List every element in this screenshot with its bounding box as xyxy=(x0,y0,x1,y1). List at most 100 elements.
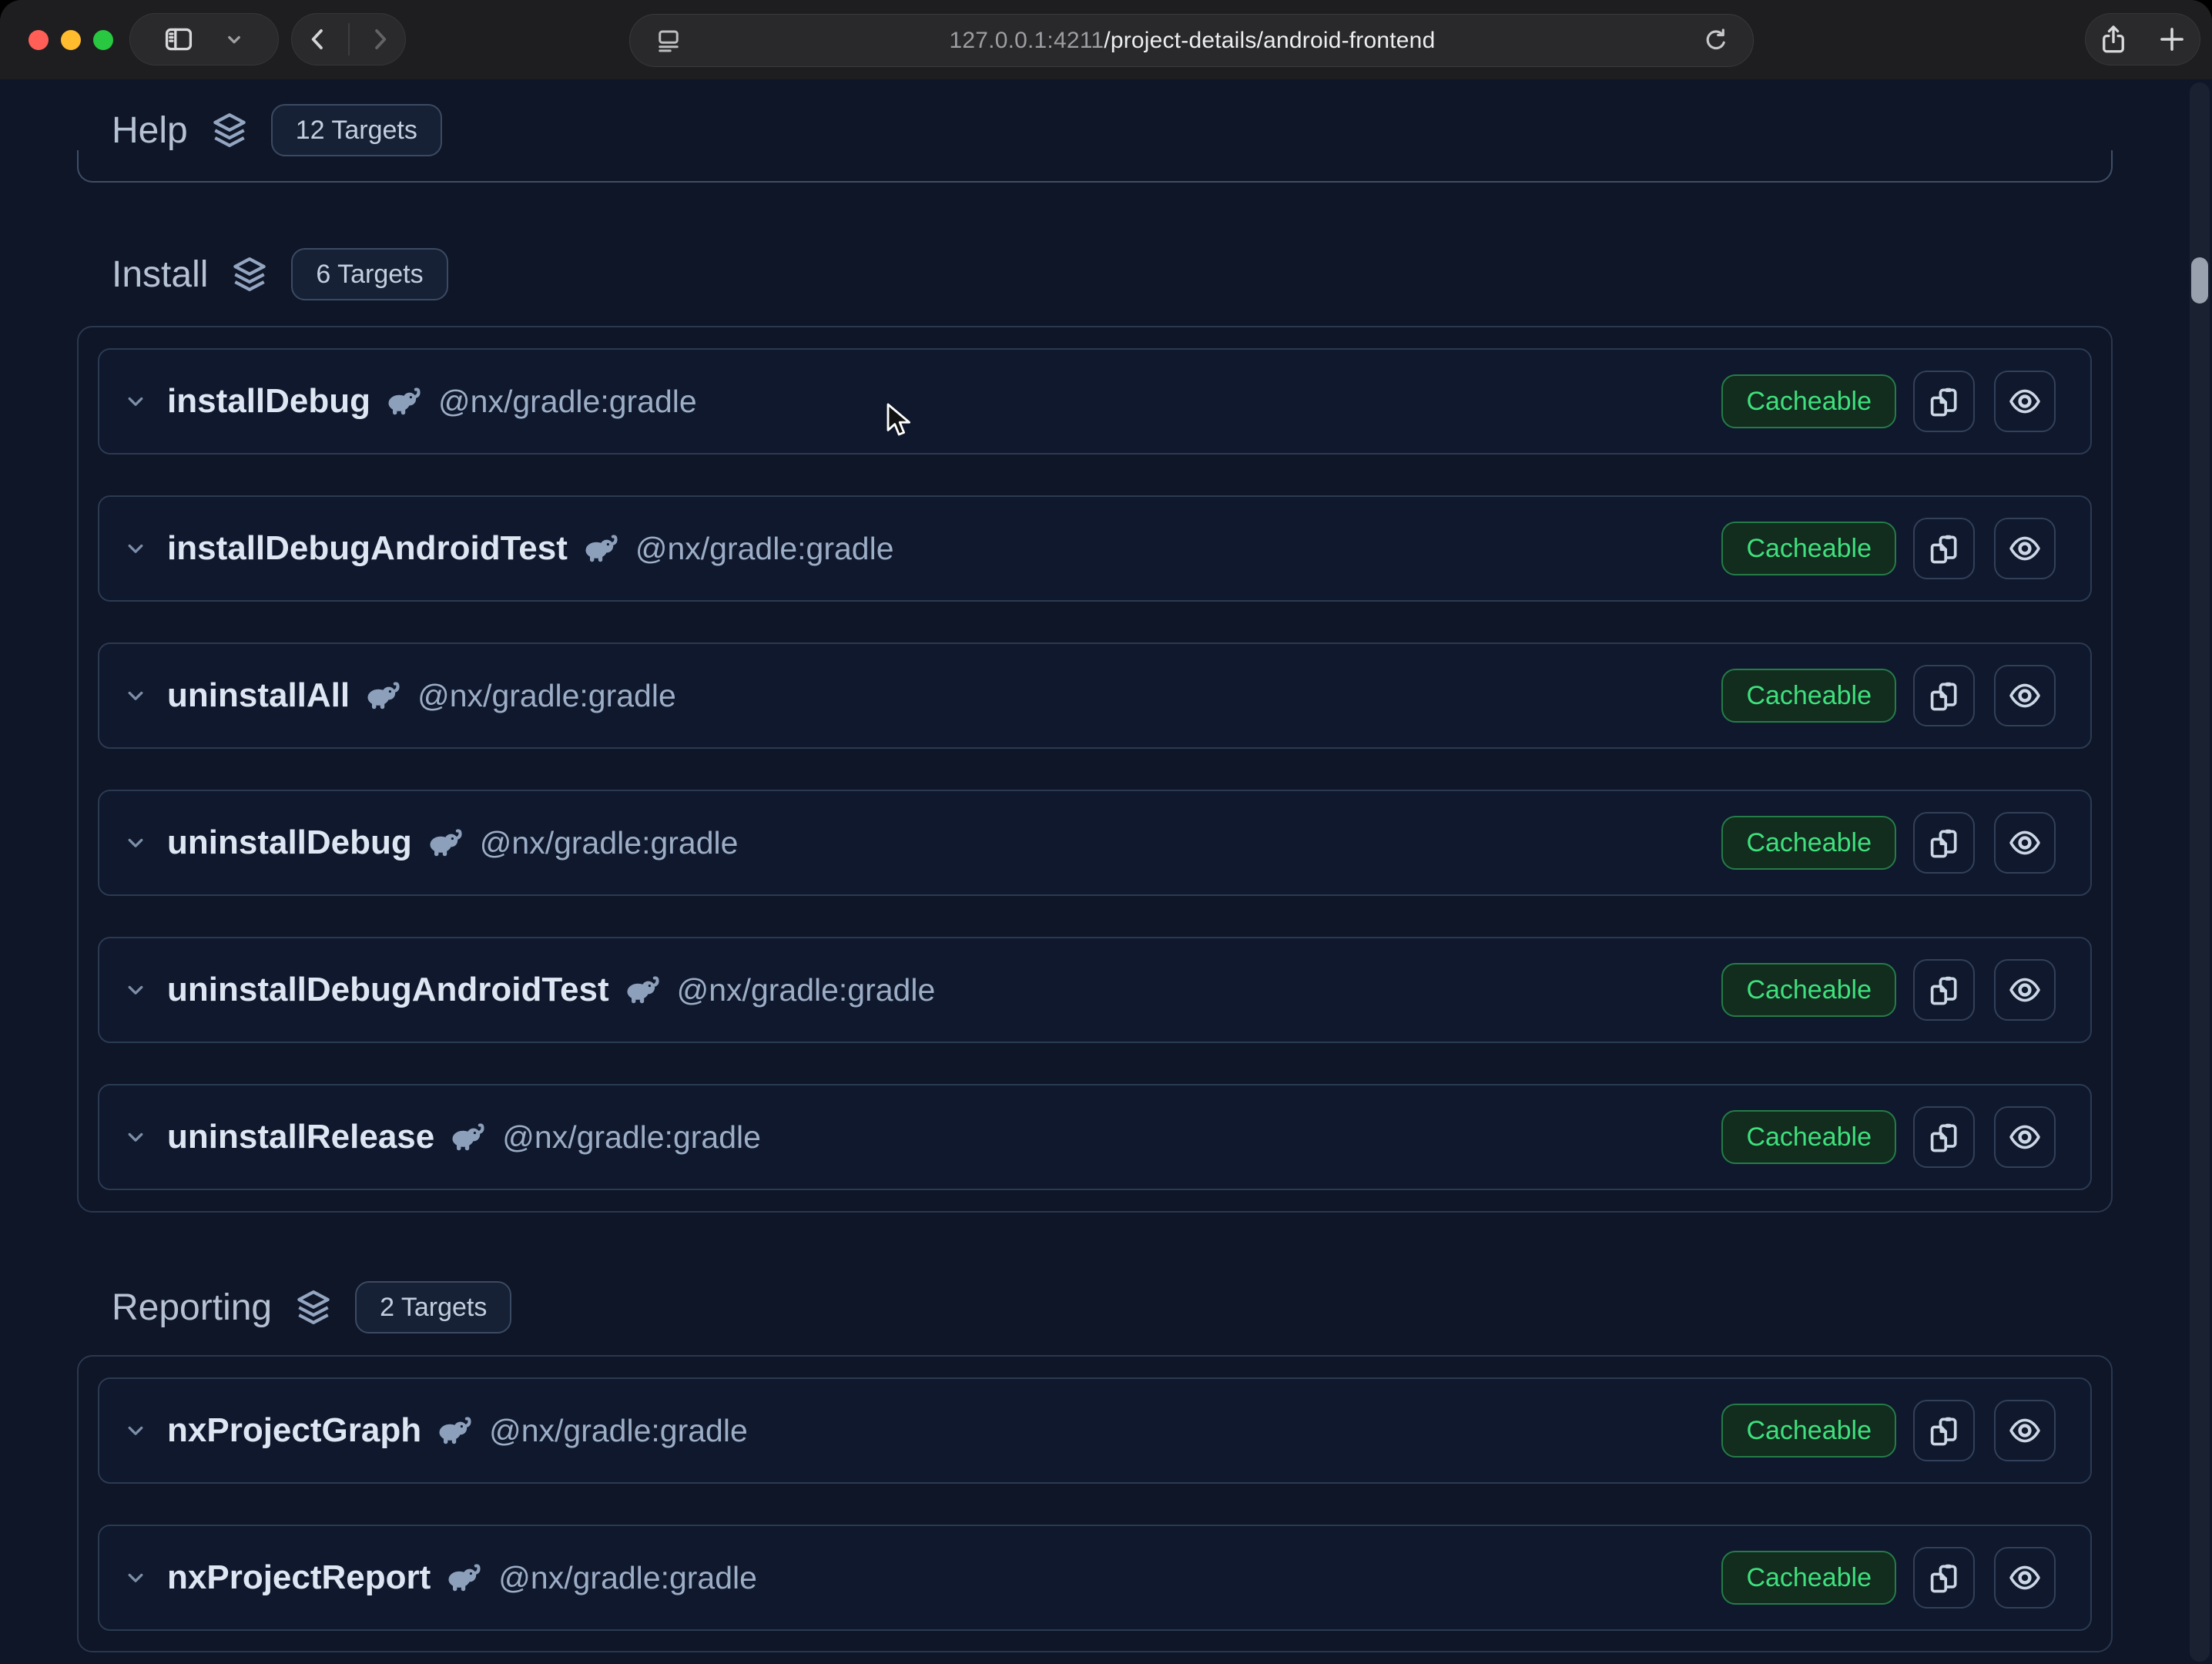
address-bar[interactable]: 127.0.0.1:4211/project-details/android-f… xyxy=(629,14,1754,67)
chevron-down-icon[interactable] xyxy=(122,535,149,562)
minimize-button[interactable] xyxy=(61,30,81,50)
cacheable-badge: Cacheable xyxy=(1721,522,1896,575)
view-target-button[interactable] xyxy=(1994,1547,2056,1609)
sections-root: Help 12 Targets Install 6 Targets xyxy=(0,102,2212,1652)
back-button[interactable] xyxy=(303,25,333,54)
targets-count-badge: 6 Targets xyxy=(291,248,447,300)
section-title: Help xyxy=(112,109,188,152)
section-title: Install xyxy=(112,253,208,296)
mouse-cursor xyxy=(886,402,912,443)
scrollbar-track[interactable] xyxy=(2190,82,2210,1662)
copy-target-button[interactable] xyxy=(1913,1400,1975,1461)
chevron-down-icon[interactable] xyxy=(122,1124,149,1150)
cacheable-badge: Cacheable xyxy=(1721,669,1896,723)
target-executor: @nx/gradle:gradle xyxy=(417,678,676,714)
zoom-button[interactable] xyxy=(93,30,113,50)
target-executor: @nx/gradle:gradle xyxy=(498,1560,757,1596)
chevron-down-icon[interactable] xyxy=(122,1565,149,1591)
target-row-uninstallAll[interactable]: uninstallAll @nx/gradle:gradle Cacheable xyxy=(98,642,2092,749)
reload-button[interactable] xyxy=(1702,27,1730,55)
target-row-uninstallDebugAndroidTest[interactable]: uninstallDebugAndroidTest @nx/gradle:gra… xyxy=(98,937,2092,1043)
target-executor: @nx/gradle:gradle xyxy=(502,1119,761,1156)
copy-target-button[interactable] xyxy=(1913,518,1975,579)
view-target-button[interactable] xyxy=(1994,812,2056,874)
chevron-down-icon[interactable] xyxy=(122,683,149,709)
scrollbar-thumb[interactable] xyxy=(2191,257,2208,304)
url-path: /project-details/android-frontend xyxy=(1104,28,1435,53)
copy-target-button[interactable] xyxy=(1913,1547,1975,1609)
view-target-button[interactable] xyxy=(1994,1400,2056,1461)
target-executor: @nx/gradle:gradle xyxy=(480,825,739,861)
view-target-button[interactable] xyxy=(1994,518,2056,579)
forward-button[interactable] xyxy=(365,25,394,54)
section-header-install: Install 6 Targets xyxy=(112,247,2212,302)
target-name: nxProjectReport xyxy=(167,1558,431,1597)
sidebar-icon xyxy=(163,23,195,55)
section-box-install: installDebug @nx/gradle:gradle Cacheable xyxy=(77,326,2113,1213)
copy-target-button[interactable] xyxy=(1913,1106,1975,1168)
chevron-down-icon[interactable] xyxy=(122,977,149,1003)
target-executor: @nx/gradle:gradle xyxy=(438,384,697,420)
chevron-down-icon[interactable] xyxy=(122,1417,149,1444)
sidebar-toggle-button[interactable] xyxy=(129,13,279,65)
view-target-button[interactable] xyxy=(1994,1106,2056,1168)
targets-count-badge: 2 Targets xyxy=(355,1281,511,1334)
section-header-reporting: Reporting 2 Targets xyxy=(112,1280,2212,1335)
layers-icon xyxy=(228,253,271,296)
chevron-down-icon xyxy=(223,28,246,51)
nav-divider xyxy=(348,23,350,55)
view-target-button[interactable] xyxy=(1994,665,2056,726)
target-name: nxProjectGraph xyxy=(167,1411,421,1450)
target-executor: @nx/gradle:gradle xyxy=(635,531,894,567)
cacheable-badge: Cacheable xyxy=(1721,1551,1896,1605)
gradle-elephant-icon xyxy=(446,1562,483,1593)
section-title: Reporting xyxy=(112,1287,272,1329)
gradle-elephant-icon xyxy=(625,975,662,1005)
target-row-uninstallDebug[interactable]: uninstallDebug @nx/gradle:gradle Cacheab… xyxy=(98,790,2092,896)
target-executor: @nx/gradle:gradle xyxy=(677,972,936,1008)
nav-buttons xyxy=(291,13,406,65)
target-row-nxProjectGraph[interactable]: nxProjectGraph @nx/gradle:gradle Cacheab… xyxy=(98,1377,2092,1484)
target-row-installDebugAndroidTest[interactable]: installDebugAndroidTest @nx/gradle:gradl… xyxy=(98,495,2092,602)
cacheable-badge: Cacheable xyxy=(1721,816,1896,870)
cacheable-badge: Cacheable xyxy=(1721,963,1896,1017)
targets-count-badge: 12 Targets xyxy=(271,104,442,156)
target-name: uninstallRelease xyxy=(167,1118,434,1156)
target-row-uninstallRelease[interactable]: uninstallRelease @nx/gradle:gradle Cache… xyxy=(98,1084,2092,1190)
cacheable-badge: Cacheable xyxy=(1721,1110,1896,1164)
browser-toolbar: 127.0.0.1:4211/project-details/android-f… xyxy=(0,0,2212,79)
page-settings-icon[interactable] xyxy=(655,27,682,55)
gradle-elephant-icon xyxy=(427,827,464,858)
new-tab-button[interactable] xyxy=(2156,23,2188,55)
gradle-elephant-icon xyxy=(450,1122,487,1152)
layers-icon xyxy=(292,1286,335,1329)
copy-target-button[interactable] xyxy=(1913,812,1975,874)
copy-target-button[interactable] xyxy=(1913,665,1975,726)
toolbar-actions xyxy=(2085,13,2200,65)
page-content: Help 12 Targets Install 6 Targets xyxy=(0,79,2212,1664)
target-row-nxProjectReport[interactable]: nxProjectReport @nx/gradle:gradle Cachea… xyxy=(98,1525,2092,1631)
target-name: installDebug xyxy=(167,382,370,421)
url-text: 127.0.0.1:4211/project-details/android-f… xyxy=(682,28,1702,54)
copy-target-button[interactable] xyxy=(1913,959,1975,1021)
cacheable-badge: Cacheable xyxy=(1721,374,1896,428)
url-host: 127.0.0.1:4211 xyxy=(950,28,1104,53)
cacheable-badge: Cacheable xyxy=(1721,1404,1896,1458)
target-name: uninstallDebug xyxy=(167,824,412,862)
section-box-reporting: nxProjectGraph @nx/gradle:gradle Cacheab… xyxy=(77,1355,2113,1652)
close-button[interactable] xyxy=(28,30,49,50)
layers-icon xyxy=(208,109,251,152)
view-target-button[interactable] xyxy=(1994,959,2056,1021)
share-button[interactable] xyxy=(2097,23,2130,55)
view-target-button[interactable] xyxy=(1994,371,2056,432)
target-name: uninstallAll xyxy=(167,676,350,715)
chevron-down-icon[interactable] xyxy=(122,830,149,856)
gradle-elephant-icon xyxy=(583,533,620,564)
target-row-installDebug[interactable]: installDebug @nx/gradle:gradle Cacheable xyxy=(98,348,2092,455)
gradle-elephant-icon xyxy=(365,680,402,711)
copy-target-button[interactable] xyxy=(1913,371,1975,432)
target-executor: @nx/gradle:gradle xyxy=(489,1413,748,1449)
gradle-elephant-icon xyxy=(386,386,423,417)
chevron-down-icon[interactable] xyxy=(122,388,149,414)
browser-window: 127.0.0.1:4211/project-details/android-f… xyxy=(0,0,2212,1664)
